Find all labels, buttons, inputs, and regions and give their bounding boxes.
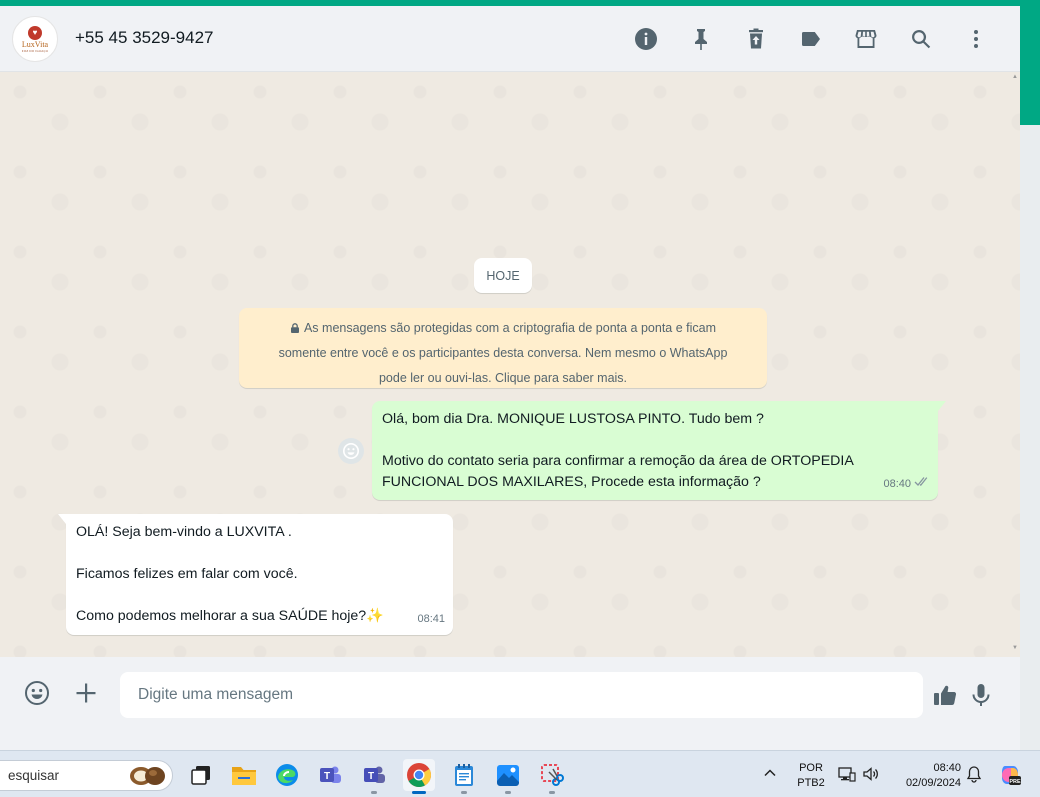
running-indicator [461, 791, 467, 794]
taskbar-teams[interactable]: T [358, 759, 390, 794]
notification-bell-icon[interactable] [965, 765, 983, 783]
svg-text:T: T [368, 771, 374, 782]
catalog-button[interactable] [846, 19, 886, 59]
tray-chevron-up-icon[interactable] [762, 765, 778, 781]
copilot-icon[interactable]: PRE [998, 763, 1022, 787]
avatar-brand: LuxVita [21, 39, 49, 49]
thumbs-up-icon [934, 685, 957, 706]
incoming-line-1: OLÁ! Seja bem-vindo a LUXVITA . [76, 524, 292, 540]
message-meta: 08:41 [417, 609, 445, 630]
emoji-icon [25, 681, 49, 705]
edge-icon [276, 764, 298, 786]
running-indicator [412, 791, 426, 794]
delete-icon [749, 28, 763, 49]
incoming-message[interactable]: OLÁ! Seja bem-vindo a LUXVITA . Ficamos … [58, 514, 453, 635]
search-button[interactable] [901, 19, 941, 59]
react-button[interactable] [338, 438, 364, 464]
menu-button[interactable] [956, 19, 996, 59]
plus-icon [76, 683, 96, 703]
system-clock[interactable]: 08:40 02/09/2024 [893, 761, 961, 791]
contact-name[interactable]: +55 45 3529-9427 [75, 28, 214, 48]
chat-header: ♥ LuxVita FOZ DO IGUAÇU +55 45 3529-9427 [0, 6, 1020, 72]
teams-icon: T [364, 766, 385, 783]
outgoing-line-2: Motivo do contato seria para confirmar a… [382, 453, 854, 469]
taskbar-file-explorer[interactable] [228, 759, 260, 791]
taskbar-photos[interactable] [492, 759, 524, 794]
more-icon [974, 30, 978, 48]
taskbar-snipping-tool[interactable] [536, 759, 568, 794]
taskbar-edge[interactable] [271, 759, 303, 791]
folder-icon [232, 767, 256, 785]
header-actions [611, 19, 996, 59]
incoming-line-2: Ficamos felizes em falar com você. [76, 566, 298, 582]
composer [0, 657, 1020, 729]
running-indicator [505, 791, 511, 794]
running-indicator [549, 791, 555, 794]
task-view-icon [191, 766, 210, 785]
label-button[interactable] [791, 19, 831, 59]
notepad-icon [455, 764, 473, 786]
encryption-line-3: pode ler ou ouvi-las. Clique para saber … [378, 371, 628, 385]
store-icon [855, 30, 877, 48]
taskbar-search-label: esquisar [8, 768, 60, 783]
encryption-notice[interactable]: As mensagens são protegidas com a cripto… [239, 308, 767, 388]
delete-button[interactable] [736, 19, 776, 59]
voice-button[interactable] [966, 680, 996, 710]
clock-time: 08:40 [933, 762, 961, 774]
svg-text:PRE: PRE [1009, 779, 1021, 785]
chrome-icon [407, 763, 431, 788]
label-icon [802, 32, 820, 46]
double-check-icon [914, 474, 930, 495]
outgoing-line-1: Olá, bom dia Dra. MONIQUE LUSTOSA PINTO.… [382, 411, 764, 427]
pin-icon [695, 29, 707, 50]
message-time: 08:41 [417, 613, 445, 625]
svg-text:T: T [324, 771, 330, 782]
input-language[interactable]: POR PTB2 [796, 761, 826, 791]
attach-button[interactable] [71, 678, 101, 708]
message-input[interactable] [120, 672, 923, 718]
right-accent-bar [1020, 0, 1040, 125]
search-highlight-coconut-icon [130, 767, 165, 785]
language-code: POR [799, 762, 823, 774]
taskbar-chrome[interactable] [403, 759, 435, 794]
send-like-button[interactable] [930, 680, 960, 710]
emoji-reaction-icon [342, 442, 360, 460]
info-icon [635, 28, 657, 50]
message-time: 08:40 [883, 478, 911, 490]
outgoing-line-3: FUNCIONAL DOS MAXILARES, Procede esta in… [382, 474, 761, 490]
emoji-button[interactable] [22, 678, 52, 708]
windows-taskbar: esquisar T T POR PTB2 08:40 02/09/2024 P… [0, 750, 1040, 797]
info-button[interactable] [626, 19, 666, 59]
scroll-down-arrow[interactable]: ▼ [1012, 645, 1018, 651]
incoming-line-3: Como podemos melhorar a sua SAÚDE hoje?✨ [76, 608, 384, 624]
photos-icon [497, 765, 519, 786]
lock-icon [290, 323, 299, 333]
snipping-tool-icon [541, 764, 564, 786]
keyboard-layout: PTB2 [797, 777, 825, 789]
outgoing-message[interactable]: Olá, bom dia Dra. MONIQUE LUSTOSA PINTO.… [372, 401, 946, 500]
avatar-sub: FOZ DO IGUAÇU [21, 48, 49, 53]
message-meta: 08:40 [883, 474, 930, 495]
network-icon[interactable] [838, 765, 856, 783]
avatar[interactable]: ♥ LuxVita FOZ DO IGUAÇU [12, 16, 58, 62]
taskbar-task-view[interactable] [185, 759, 217, 791]
volume-icon[interactable] [862, 765, 880, 783]
clock-date: 02/09/2024 [905, 777, 961, 789]
search-icon [912, 30, 931, 49]
window-bottom [0, 729, 1020, 750]
right-gutter [1020, 125, 1040, 750]
taskbar-teams-classic[interactable]: T [314, 759, 346, 791]
scroll-up-arrow[interactable]: ▲ [1012, 74, 1018, 80]
encryption-line-1: As mensagens são protegidas com a cripto… [303, 321, 717, 335]
luxvita-logo-icon: ♥ [28, 25, 42, 40]
microphone-icon [972, 684, 990, 706]
taskbar-notepad[interactable] [448, 759, 480, 794]
running-indicator [371, 791, 377, 794]
pin-button[interactable] [681, 19, 721, 59]
message-list[interactable]: HOJE As mensagens são protegidas com a c… [0, 72, 1020, 657]
date-divider: HOJE [474, 258, 532, 293]
encryption-line-2: somente entre você e os participantes de… [278, 346, 728, 360]
teams-classic-icon: T [320, 766, 341, 783]
